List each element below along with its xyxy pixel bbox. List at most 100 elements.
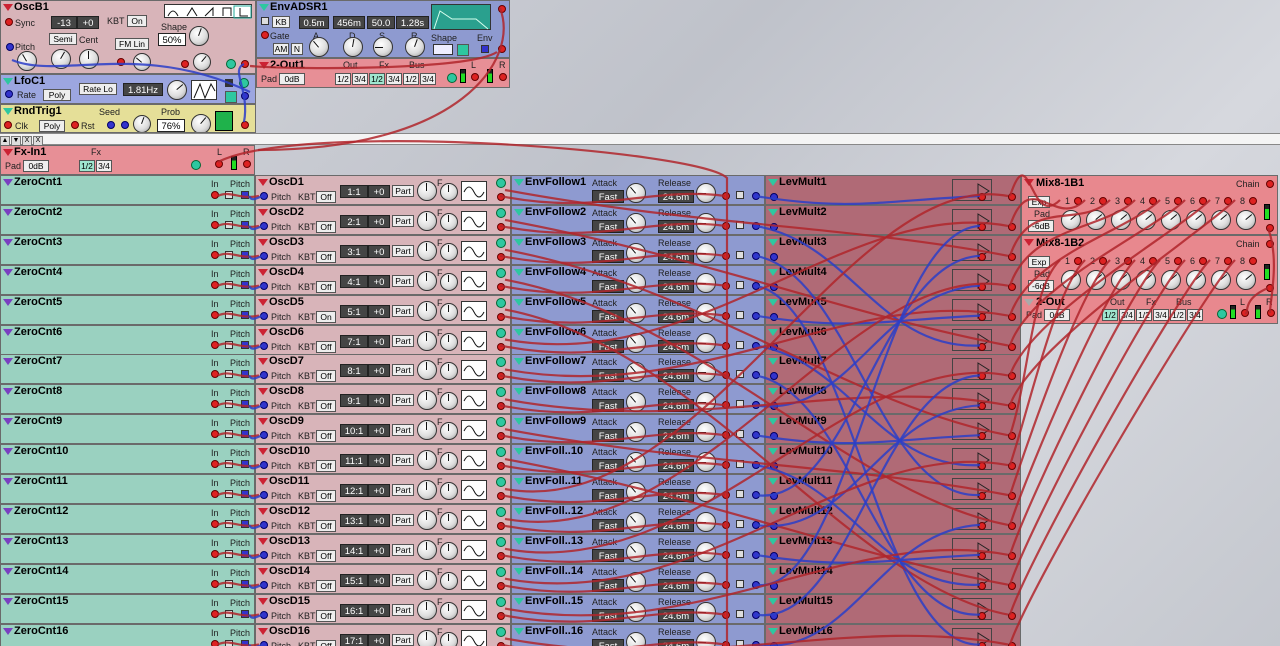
poly-button[interactable]: Poly (39, 120, 65, 132)
collapse-icon[interactable] (259, 62, 269, 69)
fine-knob[interactable] (440, 303, 458, 321)
lev-output-port[interactable] (1008, 522, 1016, 530)
sine-wave-selector[interactable] (461, 570, 487, 590)
release-knob[interactable] (696, 273, 716, 293)
channel-4-input-port[interactable] (1149, 197, 1157, 205)
fine-knob[interactable] (440, 632, 458, 646)
part-button[interactable]: Part (392, 514, 414, 526)
pad-button[interactable]: -6dB (1028, 280, 1054, 292)
part-button[interactable]: Part (392, 275, 414, 287)
mod-input-port[interactable] (770, 343, 778, 351)
collapse-icon[interactable] (768, 628, 778, 635)
collapse-icon[interactable] (3, 78, 13, 85)
release-knob[interactable] (696, 512, 716, 532)
fx-12-button[interactable]: 1/2 (79, 160, 95, 172)
seed-mod-port[interactable] (121, 121, 129, 129)
env-input-port[interactable] (722, 192, 730, 200)
part-button[interactable]: Part (392, 634, 414, 646)
mod-input-port[interactable] (770, 642, 778, 646)
power-icon[interactable] (496, 238, 506, 248)
follow-checkbox[interactable] (736, 580, 744, 588)
in-port[interactable] (211, 191, 219, 199)
kb-button[interactable]: KB (272, 16, 290, 28)
osc-output-port[interactable] (497, 313, 505, 321)
collapse-icon[interactable] (768, 418, 778, 425)
collapse-icon[interactable] (259, 4, 269, 11)
lfo-waveform[interactable] (191, 80, 217, 100)
ratio-value[interactable]: 3:1 (340, 245, 368, 258)
attack-value[interactable]: Fast (592, 280, 624, 293)
sine-wave-selector[interactable] (461, 301, 487, 321)
mod-input-port[interactable] (770, 582, 778, 590)
attack-knob[interactable] (626, 273, 646, 293)
oscd-module[interactable]: OscD3 Pitch KBT Off 3:1 +0 Part F (255, 235, 511, 265)
collapse-icon[interactable] (1024, 179, 1034, 186)
collapse-icon[interactable] (768, 508, 778, 515)
r-input-port[interactable] (1267, 309, 1275, 317)
in-port[interactable] (211, 251, 219, 259)
sustain-knob[interactable] (373, 37, 393, 57)
mod-input-port[interactable] (770, 223, 778, 231)
channel-2-input-port[interactable] (1099, 257, 1107, 265)
collapse-icon[interactable] (1024, 299, 1034, 306)
l-input-port[interactable] (471, 73, 479, 81)
kbt-toggle[interactable]: Off (316, 490, 336, 502)
pitch-input-port[interactable] (260, 192, 268, 200)
part-button[interactable]: Part (392, 185, 414, 197)
part-button[interactable]: Part (392, 305, 414, 317)
fine-knob[interactable] (440, 452, 458, 470)
release-knob[interactable] (405, 37, 425, 57)
pad-button[interactable]: 0dB (1044, 309, 1070, 321)
collapse-icon[interactable] (258, 418, 268, 425)
power-icon[interactable] (447, 73, 457, 83)
sine-wave-selector[interactable] (461, 390, 487, 410)
pitch-input-port[interactable] (260, 401, 268, 409)
zerocnt-module[interactable]: ZeroCnt16 In Pitch (0, 624, 255, 646)
attack-knob[interactable] (626, 452, 646, 472)
envfollow-module[interactable]: EnvFollow9 Attack Release Fast 24.6m (511, 414, 765, 444)
pitch-input-port[interactable] (260, 252, 268, 260)
attack-knob[interactable] (626, 602, 646, 622)
fine-value[interactable]: +0 (368, 394, 390, 407)
fine-value[interactable]: +0 (368, 185, 390, 198)
release-value[interactable]: 24.6m (658, 310, 694, 323)
release-knob[interactable] (696, 183, 716, 203)
in-checkbox[interactable] (225, 400, 233, 408)
env-output-port[interactable] (752, 222, 760, 230)
levmult-module[interactable]: LevMult8 (765, 384, 1021, 414)
ratio-value[interactable]: 4:1 (340, 275, 368, 288)
fine-value[interactable]: +0 (368, 335, 390, 348)
pitch-checkbox[interactable] (241, 221, 249, 229)
zerocnt-module[interactable]: ZeroCnt2 In Pitch (0, 205, 255, 235)
ratio-value[interactable]: 2:1 (340, 215, 368, 228)
pitch-input-port[interactable] (260, 222, 268, 230)
channel-2-level-knob[interactable] (1086, 270, 1106, 290)
follow-checkbox[interactable] (736, 251, 744, 259)
attack-knob[interactable] (626, 422, 646, 442)
cent-knob[interactable] (79, 49, 99, 69)
am-button[interactable]: AM (273, 43, 289, 55)
pitch-checkbox[interactable] (241, 341, 249, 349)
sine-wave-selector[interactable] (461, 480, 487, 500)
sine-wave-selector[interactable] (461, 211, 487, 231)
coarse-knob[interactable] (417, 510, 437, 530)
envfollow-module[interactable]: EnvFollow7 Attack Release Fast 24.6m (511, 354, 765, 384)
r-input-port[interactable] (499, 73, 507, 81)
attack-knob[interactable] (626, 632, 646, 646)
mod-input-port[interactable] (770, 432, 778, 440)
fine-value[interactable]: +0 (368, 484, 390, 497)
levmult-module[interactable]: LevMult10 (765, 444, 1021, 474)
channel-4-level-knob[interactable] (1136, 210, 1156, 230)
channel-5-level-knob[interactable] (1161, 270, 1181, 290)
env-output-port[interactable] (752, 611, 760, 619)
semi-knob[interactable] (51, 49, 71, 69)
pitch-checkbox[interactable] (241, 370, 249, 378)
fine-knob[interactable] (440, 602, 458, 620)
env-output-port[interactable] (752, 491, 760, 499)
zerocnt-module[interactable]: ZeroCnt1 In Pitch (0, 175, 255, 205)
zerocnt-module[interactable]: ZeroCnt3 In Pitch (0, 235, 255, 265)
collapse-icon[interactable] (258, 478, 268, 485)
fm-lin-button[interactable]: FM Lin (115, 38, 149, 50)
poly-button[interactable]: Poly (43, 89, 71, 101)
follow-checkbox[interactable] (736, 640, 744, 646)
